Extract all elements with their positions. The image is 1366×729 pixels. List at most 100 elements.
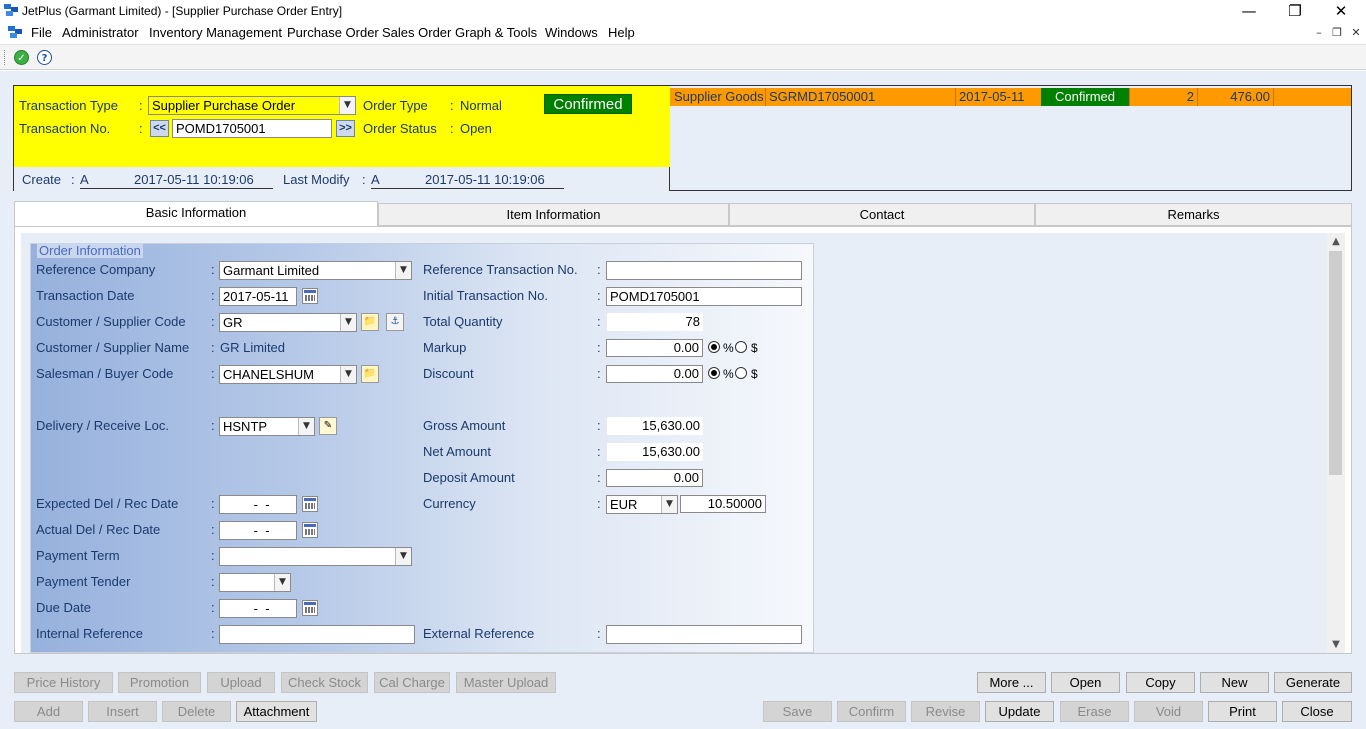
- tab-contact[interactable]: Contact: [729, 203, 1035, 226]
- internal-ref-input[interactable]: [219, 625, 415, 644]
- generate-button[interactable]: Generate: [1274, 672, 1352, 693]
- scroll-up-icon[interactable]: ▲: [1327, 233, 1345, 250]
- discount-dollar-radio[interactable]: [735, 367, 747, 379]
- void-button[interactable]: Void: [1134, 701, 1203, 722]
- calendar-icon[interactable]: [302, 288, 318, 304]
- open-button[interactable]: Open: [1051, 672, 1120, 693]
- folder-icon[interactable]: 📁: [361, 313, 379, 331]
- print-button[interactable]: Print: [1208, 701, 1277, 722]
- chevron-down-icon[interactable]: ▼: [661, 496, 677, 513]
- master-upload-button[interactable]: Master Upload: [456, 672, 556, 693]
- mdi-child-icon[interactable]: [8, 26, 22, 38]
- chevron-down-icon[interactable]: ▼: [395, 548, 411, 565]
- initial-txn-input[interactable]: POMD1705001: [606, 287, 802, 306]
- vertical-scrollbar[interactable]: ▲ ▼: [1327, 233, 1345, 653]
- payment-term-select[interactable]: ▼: [219, 547, 412, 566]
- cal-charge-button[interactable]: Cal Charge: [374, 672, 450, 693]
- calendar-icon[interactable]: [302, 600, 318, 616]
- menu-file[interactable]: File: [31, 25, 52, 40]
- restore-button[interactable]: ❐: [1272, 0, 1318, 22]
- price-history-button[interactable]: Price History: [14, 672, 113, 693]
- prev-transaction-button[interactable]: <<: [150, 120, 169, 137]
- reference-company-select[interactable]: Garmant Limited ▼: [219, 261, 412, 280]
- ref-txn-input[interactable]: [606, 261, 802, 280]
- markup-label: Markup: [423, 340, 467, 355]
- menu-graph-tools[interactable]: Graph & Tools: [455, 25, 537, 40]
- scroll-thumb[interactable]: [1329, 251, 1342, 475]
- external-ref-input[interactable]: [606, 625, 802, 644]
- currency-select[interactable]: EUR ▼: [606, 495, 678, 514]
- actual-date-input[interactable]: - -: [219, 521, 297, 540]
- chevron-down-icon[interactable]: ▼: [340, 366, 356, 383]
- copy-button[interactable]: Copy: [1126, 672, 1195, 693]
- upload-button[interactable]: Upload: [207, 672, 275, 693]
- markup-input[interactable]: 0.00: [606, 339, 703, 357]
- menu-administrator[interactable]: Administrator: [62, 25, 139, 40]
- new-button[interactable]: New: [1200, 672, 1269, 693]
- check-icon[interactable]: ✓: [14, 50, 29, 65]
- payment-tender-select[interactable]: ▼: [219, 573, 291, 592]
- save-button[interactable]: Save: [763, 701, 832, 722]
- create-user: A: [80, 172, 89, 187]
- confirm-button[interactable]: Confirm: [837, 701, 906, 722]
- discount-percent-radio[interactable]: [708, 367, 720, 379]
- transaction-date-input[interactable]: 2017-05-11: [219, 287, 297, 306]
- transaction-no-colon: :: [139, 121, 143, 136]
- transaction-no-input[interactable]: POMD1705001: [172, 119, 332, 138]
- menu-help[interactable]: Help: [608, 25, 635, 40]
- mdi-restore-button[interactable]: ❐: [1327, 26, 1347, 40]
- more-button[interactable]: More ...: [977, 672, 1046, 693]
- markup-dollar-label: $: [751, 341, 758, 355]
- discount-input[interactable]: 0.00: [606, 365, 703, 383]
- folder-icon[interactable]: 📁: [361, 365, 379, 383]
- attachment-button[interactable]: Attachment: [236, 701, 317, 722]
- order-information-group: Order Information Reference Company : Ga…: [30, 243, 814, 653]
- promotion-button[interactable]: Promotion: [118, 672, 201, 693]
- menu-inventory-management[interactable]: Inventory Management: [149, 25, 282, 40]
- update-button[interactable]: Update: [985, 701, 1054, 722]
- transaction-type-select[interactable]: Supplier Purchase Order ▼: [148, 96, 356, 115]
- tab-basic-information[interactable]: Basic Information: [14, 201, 378, 227]
- chevron-down-icon[interactable]: ▼: [298, 418, 314, 435]
- edit-icon[interactable]: ✎: [319, 417, 337, 435]
- scroll-down-icon[interactable]: ▼: [1327, 636, 1345, 653]
- add-button[interactable]: Add: [14, 701, 83, 722]
- menu-sales-order[interactable]: Sales Order: [382, 25, 451, 40]
- related-document-row[interactable]: Supplier Goods SGRMD17050001 2017-05-11 …: [670, 88, 1351, 106]
- minimize-button[interactable]: —: [1226, 0, 1272, 22]
- calendar-icon[interactable]: [302, 522, 318, 538]
- tab-item-information[interactable]: Item Information: [378, 203, 729, 226]
- create-colon: :: [71, 172, 75, 187]
- check-stock-button[interactable]: Check Stock: [281, 672, 368, 693]
- chevron-down-icon[interactable]: ▼: [339, 97, 355, 114]
- menu-windows[interactable]: Windows: [545, 25, 598, 40]
- markup-percent-radio[interactable]: [708, 341, 720, 353]
- exchange-rate-input[interactable]: 10.50000: [680, 495, 766, 513]
- expected-date-input[interactable]: - -: [219, 495, 297, 514]
- customer-code-select[interactable]: GR ▼: [219, 313, 357, 332]
- anchor-icon[interactable]: ⚓: [386, 313, 404, 331]
- next-transaction-button[interactable]: >>: [336, 120, 355, 137]
- revise-button[interactable]: Revise: [911, 701, 980, 722]
- due-date-input[interactable]: - -: [219, 599, 297, 618]
- chevron-down-icon[interactable]: ▼: [340, 314, 356, 331]
- help-icon[interactable]: ?: [37, 50, 52, 65]
- calendar-icon[interactable]: [302, 496, 318, 512]
- mdi-minimize-button[interactable]: –: [1309, 26, 1329, 40]
- tab-remarks[interactable]: Remarks: [1035, 203, 1352, 226]
- delete-button[interactable]: Delete: [162, 701, 231, 722]
- markup-dollar-radio[interactable]: [735, 341, 747, 353]
- chevron-down-icon[interactable]: ▼: [274, 574, 290, 591]
- menu-purchase-order[interactable]: Purchase Order: [287, 25, 379, 40]
- insert-button[interactable]: Insert: [88, 701, 157, 722]
- close-window-button[interactable]: ✕: [1318, 0, 1364, 22]
- erase-button[interactable]: Erase: [1060, 701, 1129, 722]
- mdi-close-button[interactable]: ✕: [1346, 26, 1366, 40]
- delivery-loc-select[interactable]: HSNTP ▼: [219, 417, 315, 436]
- toolbar-grip[interactable]: [4, 50, 7, 65]
- deposit-amount-input[interactable]: 0.00: [606, 469, 703, 487]
- chevron-down-icon[interactable]: ▼: [395, 262, 411, 279]
- order-status-value: Open: [460, 121, 492, 136]
- close-button[interactable]: Close: [1282, 701, 1352, 722]
- salesman-select[interactable]: CHANELSHUM ▼: [219, 365, 357, 384]
